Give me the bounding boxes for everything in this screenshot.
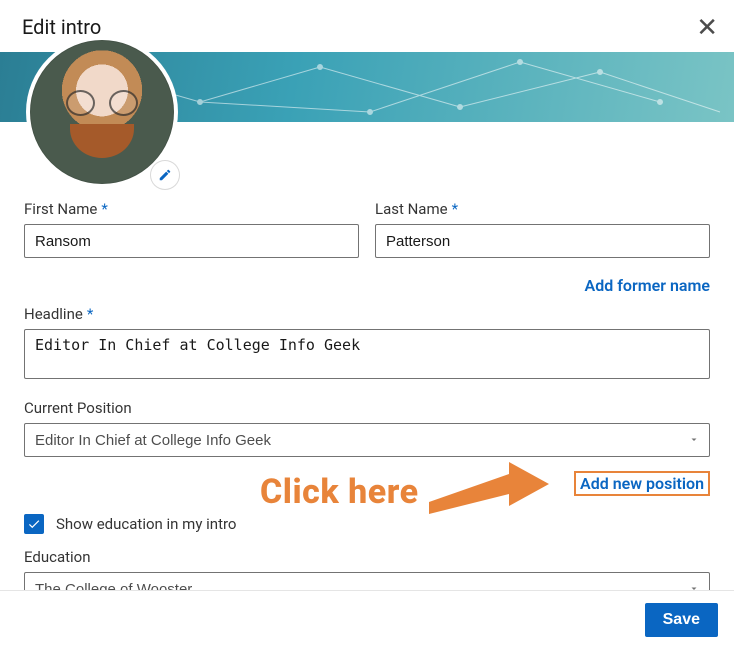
edit-intro-modal: Edit intro ✕ (0, 0, 734, 649)
education-label: Education (24, 548, 710, 566)
add-new-position-row: Add new position (24, 471, 710, 496)
edit-photo-button[interactable] (150, 160, 180, 190)
last-name-label: Last Name* (375, 200, 710, 218)
checkmark-icon (27, 517, 41, 531)
show-education-checkbox[interactable] (24, 514, 44, 534)
close-icon: ✕ (696, 12, 718, 42)
first-name-label: First Name* (24, 200, 359, 218)
headline-label: Headline* (24, 305, 710, 323)
first-name-field: First Name* (24, 200, 359, 258)
close-button[interactable]: ✕ (696, 14, 718, 40)
form-body: First Name* Last Name* Add former name H… (0, 122, 734, 639)
add-new-position-link[interactable]: Add new position (574, 471, 710, 496)
current-position-select[interactable]: Editor In Chief at College Info Geek (24, 423, 710, 457)
last-name-input[interactable] (375, 224, 710, 258)
required-asterisk: * (87, 305, 93, 323)
avatar-container (26, 36, 178, 188)
modal-title: Edit intro (22, 15, 101, 39)
cover-banner (0, 52, 734, 122)
required-asterisk: * (452, 200, 458, 218)
save-button[interactable]: Save (645, 603, 718, 637)
show-education-row: Show education in my intro (24, 514, 710, 534)
current-position-field: Current Position Editor In Chief at Coll… (24, 399, 710, 457)
add-former-name-row: Add former name (24, 276, 710, 295)
current-position-label: Current Position (24, 399, 710, 417)
headline-input[interactable] (24, 329, 710, 379)
last-name-field: Last Name* (375, 200, 710, 258)
add-former-name-link[interactable]: Add former name (585, 276, 710, 295)
modal-footer: Save (0, 590, 734, 649)
pencil-icon (158, 168, 172, 182)
show-education-label: Show education in my intro (56, 515, 236, 533)
first-name-input[interactable] (24, 224, 359, 258)
profile-photo[interactable] (30, 40, 174, 184)
required-asterisk: * (101, 200, 107, 218)
headline-field: Headline* (24, 305, 710, 383)
